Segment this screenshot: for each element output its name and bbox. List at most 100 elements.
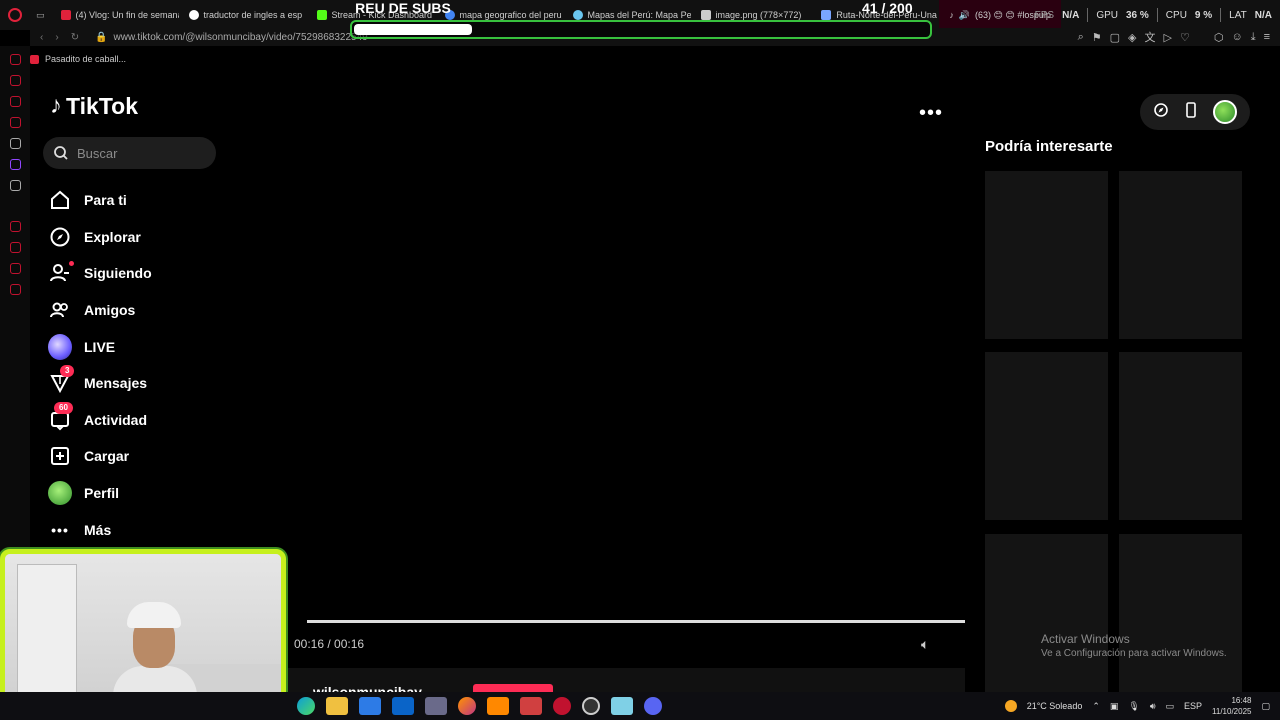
nav-buttons: ‹ › ↻: [30, 32, 89, 43]
compass-icon[interactable]: [1153, 102, 1169, 123]
bookmark-icon[interactable]: ⚑: [1092, 31, 1102, 44]
language-indicator[interactable]: ESP: [1184, 701, 1202, 711]
sidebar-item-mas[interactable]: ••• Más: [48, 511, 248, 548]
tab-menu-icon[interactable]: ▭: [30, 0, 51, 30]
user-avatar[interactable]: [1212, 100, 1237, 124]
back-icon[interactable]: ‹: [40, 32, 43, 43]
network-icon[interactable]: ▭: [1166, 701, 1175, 712]
discord-icon[interactable]: [644, 697, 662, 715]
suggestion-card[interactable]: [985, 534, 1108, 692]
home-icon: [48, 188, 72, 212]
sidebar-item-explorar[interactable]: Explorar: [48, 219, 248, 256]
bookmark-item[interactable]: Pasadito de caball...: [45, 54, 126, 64]
taskbar-apps: [297, 692, 662, 720]
suggestion-card[interactable]: [985, 352, 1108, 520]
app-icon[interactable]: [425, 697, 447, 715]
chevron-up-icon[interactable]: ⌃: [1092, 701, 1100, 712]
tiktok-icon: ♪: [50, 92, 62, 119]
browser-tab[interactable]: traductor de ingles a esp: [179, 0, 307, 30]
sidebar-item-label: Para ti: [84, 192, 127, 209]
suggestion-card[interactable]: [985, 171, 1108, 339]
video-progress-bar[interactable]: [307, 620, 965, 623]
shield-icon[interactable]: ◈: [1128, 31, 1136, 44]
bag-icon[interactable]: [9, 75, 21, 86]
clock[interactable]: 16:48 11/10/2025: [1212, 695, 1251, 717]
follow-button[interactable]: [473, 684, 553, 692]
download-icon[interactable]: ⤓: [1251, 31, 1256, 44]
author-name[interactable]: wilsonmuncibay: [313, 684, 422, 692]
sidebar-item-label: Explorar: [84, 228, 141, 245]
menu-icon[interactable]: ≡: [1264, 31, 1270, 43]
sidebar-item-label: Cargar: [84, 448, 130, 465]
clock-icon[interactable]: [9, 242, 21, 253]
speaker-icon[interactable]: 🔊︎: [1150, 701, 1156, 712]
opera-taskbar-icon[interactable]: [553, 697, 571, 715]
opera-menu-button[interactable]: [0, 0, 30, 30]
explorer-icon[interactable]: [326, 697, 348, 715]
news-icon[interactable]: [9, 117, 21, 128]
zoom-icon[interactable]: ⌕: [1078, 31, 1084, 44]
tab-label: (4) Vlog: Un fin de semana: [75, 10, 179, 20]
suggestion-card[interactable]: [1119, 534, 1242, 692]
obs-icon[interactable]: [582, 697, 600, 715]
firefox-icon[interactable]: [458, 697, 476, 715]
sidebar-item-label: Más: [84, 521, 112, 538]
translate-icon[interactable]: 文: [1145, 29, 1156, 45]
video-progress-fill: [307, 620, 965, 623]
messenger-icon[interactable]: [9, 96, 21, 107]
search-box[interactable]: [43, 137, 216, 169]
system-tray: 21°C Soleado ⌃ ▣ 🎙︎ 🔊︎ ▭ ESP 16:48 11/10…: [1004, 692, 1270, 720]
video-timecode: 00:16 / 00:16: [294, 637, 365, 651]
play-icon[interactable]: ▷: [1164, 31, 1172, 44]
edge-icon[interactable]: [297, 697, 315, 715]
forward-icon[interactable]: ›: [55, 32, 58, 43]
volume-icon[interactable]: 🔈︎: [921, 636, 929, 653]
browser-tab[interactable]: (4) Vlog: Un fin de semana: [51, 0, 179, 30]
settings-icon[interactable]: [9, 284, 21, 295]
sidebar-item-siguiendo[interactable]: Siguiendo: [48, 255, 248, 292]
mic-icon[interactable]: 🎙︎: [1128, 701, 1139, 712]
video-more-button[interactable]: •••: [919, 102, 942, 124]
sidebar-item-mensajes[interactable]: 3 Mensajes: [48, 365, 248, 402]
sidebar-item-label: Siguiendo: [84, 265, 152, 282]
extensions-icon[interactable]: ⬡: [1214, 31, 1224, 44]
tray-icon[interactable]: ▣: [1110, 701, 1119, 712]
sidebar-item-actividad[interactable]: 60 Actividad: [48, 401, 248, 439]
lat-value: N/A: [1254, 9, 1272, 21]
snapshot-icon[interactable]: ▢: [1110, 31, 1120, 44]
sidebar-item-amigos[interactable]: Amigos: [48, 292, 248, 329]
app-icon[interactable]: [611, 697, 633, 715]
vlc-icon[interactable]: [487, 697, 509, 715]
twitch-icon[interactable]: [9, 159, 21, 170]
url-field[interactable]: 🔒 www.tiktok.com/@wilsonmuncibay/video/7…: [95, 32, 368, 43]
weather-text[interactable]: 21°C Soleado: [1027, 701, 1083, 711]
bookmarks-bar: Pasadito de caball...: [30, 50, 126, 68]
gpu-label: GPU: [1096, 9, 1118, 21]
x-icon[interactable]: [9, 180, 21, 191]
google-icon: [188, 10, 199, 20]
sidebar-item-perfil[interactable]: Perfil: [48, 475, 248, 512]
suggestion-card[interactable]: [1119, 352, 1242, 520]
notifications-icon[interactable]: ▢: [1261, 701, 1270, 712]
aria-icon[interactable]: [9, 138, 21, 149]
sidebar-item-cargar[interactable]: Cargar: [48, 438, 248, 475]
search-input[interactable]: [77, 145, 197, 161]
store-icon[interactable]: [359, 697, 381, 715]
fps-label: FPS: [1034, 9, 1055, 21]
top-right-tools: [1140, 94, 1250, 130]
history-icon[interactable]: [9, 54, 21, 65]
sidebar-item-live[interactable]: LIVE: [48, 328, 248, 365]
app-icon[interactable]: [520, 697, 542, 715]
suggestion-card[interactable]: [1119, 171, 1242, 339]
mobile-icon[interactable]: [1184, 101, 1198, 123]
tiktok-logo[interactable]: ♪ TikTok: [50, 92, 138, 120]
sub-goal-overlay: REU DE SUBS 41 / 200: [350, 0, 932, 40]
pinboard-icon[interactable]: [9, 263, 21, 274]
reload-icon[interactable]: ↻: [71, 32, 79, 43]
lat-label: LAT: [1229, 9, 1247, 21]
heart-icon[interactable]: ♡: [1180, 31, 1190, 44]
player-icon[interactable]: [9, 221, 21, 232]
sidebar-item-para-ti[interactable]: Para ti: [48, 182, 248, 219]
account-icon[interactable]: ☺: [1231, 31, 1242, 43]
outlook-icon[interactable]: [392, 697, 414, 715]
